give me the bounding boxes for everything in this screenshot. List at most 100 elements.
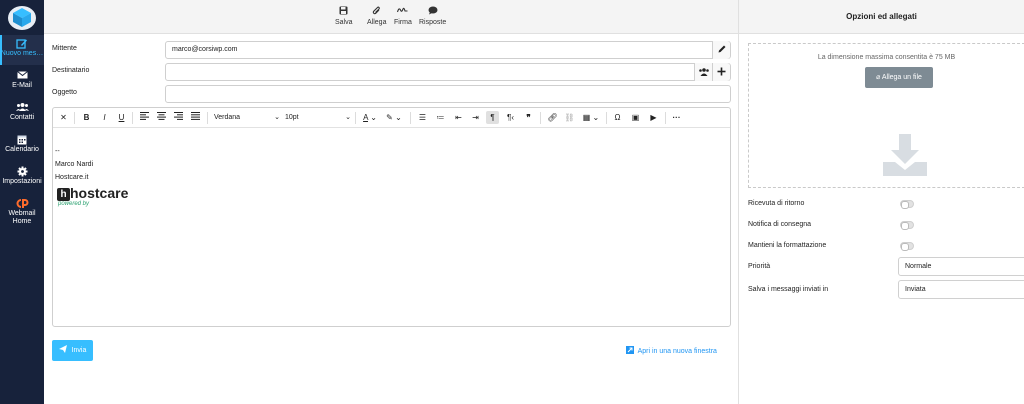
nav-webmail-label-2: Home bbox=[12, 218, 32, 225]
nav-webmail-home[interactable]: Webmail Home bbox=[0, 195, 44, 231]
add-recipient-button[interactable] bbox=[712, 63, 730, 81]
nav-webmail-label-1: Webmail bbox=[8, 210, 36, 217]
signature-button[interactable]: Firma bbox=[394, 6, 412, 26]
roundcube-logo bbox=[8, 6, 36, 30]
align-left-icon[interactable] bbox=[138, 111, 151, 124]
attach-file-button[interactable]: ⌀ Allega un file bbox=[865, 67, 933, 88]
signature-label: Firma bbox=[394, 19, 412, 26]
separator bbox=[540, 112, 541, 124]
priority-row: Priorità Normale bbox=[748, 257, 1024, 276]
save-sent-select[interactable]: Inviata bbox=[898, 280, 1024, 299]
blockquote-icon[interactable]: ❞ bbox=[522, 111, 535, 124]
comment-icon bbox=[419, 6, 446, 17]
italic-icon[interactable]: I bbox=[98, 111, 111, 124]
paper-plane-icon bbox=[58, 345, 67, 353]
nav-contacts[interactable]: Contatti bbox=[0, 99, 44, 129]
keep-format-toggle[interactable] bbox=[900, 242, 914, 251]
nav-calendar-label: Calendario bbox=[5, 146, 39, 153]
message-editor[interactable]: ✕ B I U Verdana ⌄ 10pt ⌄ A ⌄ ✎ ⌄ ☰ ≔ ⇤ ⇥… bbox=[52, 107, 731, 327]
open-new-window-link[interactable]: Apri in una nuova finestra bbox=[626, 346, 717, 355]
address-book-button[interactable] bbox=[694, 63, 712, 81]
users-icon bbox=[0, 102, 44, 114]
from-label: Mittente bbox=[52, 45, 77, 52]
hostcare-logo: h hostcare powered by bbox=[55, 185, 155, 209]
responses-button[interactable]: Risposte bbox=[419, 6, 446, 26]
hostcare-logo-text: hostcare bbox=[70, 185, 129, 201]
separator bbox=[355, 112, 356, 124]
more-icon[interactable]: ··· bbox=[670, 111, 683, 124]
attach-file-label: Allega un file bbox=[881, 74, 922, 81]
outdent-icon[interactable]: ⇤ bbox=[452, 111, 465, 124]
indent-icon[interactable]: ⇥ bbox=[469, 111, 482, 124]
image-icon[interactable]: ▣ bbox=[629, 111, 642, 124]
priority-label: Priorità bbox=[748, 263, 771, 270]
paperclip-icon bbox=[367, 6, 386, 17]
to-field[interactable] bbox=[165, 63, 731, 81]
media-icon[interactable]: ▶ bbox=[647, 111, 660, 124]
hostcare-logo-mark: h bbox=[57, 188, 70, 201]
to-label: Destinatario bbox=[52, 67, 90, 74]
floppy-icon bbox=[335, 6, 353, 17]
underline-icon[interactable]: U bbox=[115, 111, 128, 124]
text-color-icon[interactable]: A ⌄ bbox=[360, 111, 380, 124]
align-right-icon[interactable] bbox=[172, 111, 185, 124]
cpanel-icon bbox=[0, 198, 44, 210]
font-size-select[interactable]: 10pt ⌄ bbox=[285, 111, 351, 124]
nav-calendar[interactable]: Calendario bbox=[0, 131, 44, 161]
signature-separator: -- bbox=[55, 148, 60, 155]
delivery-notice-label: Notifica di consegna bbox=[748, 221, 812, 228]
editor-body[interactable]: -- Marco Nardi Hostcare.it h hostcare po… bbox=[55, 148, 155, 215]
align-justify-icon[interactable] bbox=[189, 111, 202, 124]
save-sent-row: Salva i messaggi inviati in Inviata bbox=[748, 280, 1024, 299]
unlink-icon[interactable]: ⛓︎ bbox=[563, 111, 576, 124]
responses-label: Risposte bbox=[419, 19, 447, 26]
align-center-icon[interactable] bbox=[155, 111, 168, 124]
attach-toolbar-button[interactable]: Allega bbox=[367, 6, 386, 26]
edit-identity-button[interactable] bbox=[712, 41, 730, 59]
nav-contacts-label: Contatti bbox=[9, 114, 35, 121]
nav-settings[interactable]: Impostazioni bbox=[0, 163, 44, 193]
table-icon[interactable]: ▦ ⌄ bbox=[580, 111, 602, 124]
return-receipt-toggle[interactable] bbox=[900, 200, 914, 209]
separator bbox=[207, 112, 208, 124]
ltr-icon[interactable]: ¶ bbox=[486, 111, 499, 124]
from-field[interactable]: marco@corsiwp.com bbox=[165, 41, 731, 59]
compose-toolbar: Salva Allega Firma Risposte bbox=[44, 0, 738, 34]
numbered-list-icon[interactable]: ≔ bbox=[434, 111, 447, 124]
attachment-dropzone[interactable]: La dimensione massima consentita è 75 MB… bbox=[748, 43, 1024, 188]
save-button[interactable]: Salva bbox=[335, 6, 353, 26]
close-format-icon[interactable]: ✕ bbox=[57, 111, 70, 124]
special-char-icon[interactable]: Ω bbox=[611, 111, 624, 124]
nav-email-label: E-Mail bbox=[12, 82, 32, 89]
nav-email[interactable]: E-Mail bbox=[0, 67, 44, 97]
users-icon bbox=[699, 68, 709, 76]
save-sent-label: Salva i messaggi inviati in bbox=[748, 286, 829, 293]
link-icon[interactable]: 🔗︎ bbox=[546, 111, 559, 124]
chevron-down-icon: ⌄ bbox=[345, 114, 351, 121]
separator bbox=[74, 112, 75, 124]
priority-select[interactable]: Normale bbox=[898, 257, 1024, 276]
delivery-notice-toggle[interactable] bbox=[900, 221, 914, 230]
download-icon bbox=[883, 134, 927, 176]
rtl-icon[interactable]: ¶‹ bbox=[504, 111, 517, 124]
separator bbox=[606, 112, 607, 124]
highlight-color-icon[interactable]: ✎ ⌄ bbox=[384, 111, 404, 124]
nav-compose-label: Nuovo mes… bbox=[0, 50, 44, 57]
send-button[interactable]: Invia bbox=[52, 340, 93, 361]
bullet-list-icon[interactable]: ☰ bbox=[416, 111, 429, 124]
editor-toolbar: ✕ B I U Verdana ⌄ 10pt ⌄ A ⌄ ✎ ⌄ ☰ ≔ ⇤ ⇥… bbox=[53, 108, 730, 128]
plus-icon bbox=[717, 67, 726, 76]
nav-compose[interactable]: Nuovo mes… bbox=[0, 35, 44, 65]
edit-icon bbox=[0, 38, 44, 50]
bold-icon[interactable]: B bbox=[80, 111, 93, 124]
sidebar: Nuovo mes… E-Mail Contatti Calendario Im… bbox=[0, 0, 44, 404]
font-family-select[interactable]: Verdana ⌄ bbox=[214, 111, 280, 124]
calendar-icon bbox=[0, 134, 44, 146]
separator bbox=[410, 112, 411, 124]
subject-field[interactable] bbox=[165, 85, 731, 103]
options-panel-title: Opzioni ed allegati bbox=[739, 0, 1024, 34]
max-size-text: La dimensione massima consentita è 75 MB bbox=[817, 54, 956, 61]
external-window-icon bbox=[626, 346, 634, 354]
send-label: Invia bbox=[71, 347, 87, 354]
subject-label: Oggetto bbox=[52, 89, 77, 96]
